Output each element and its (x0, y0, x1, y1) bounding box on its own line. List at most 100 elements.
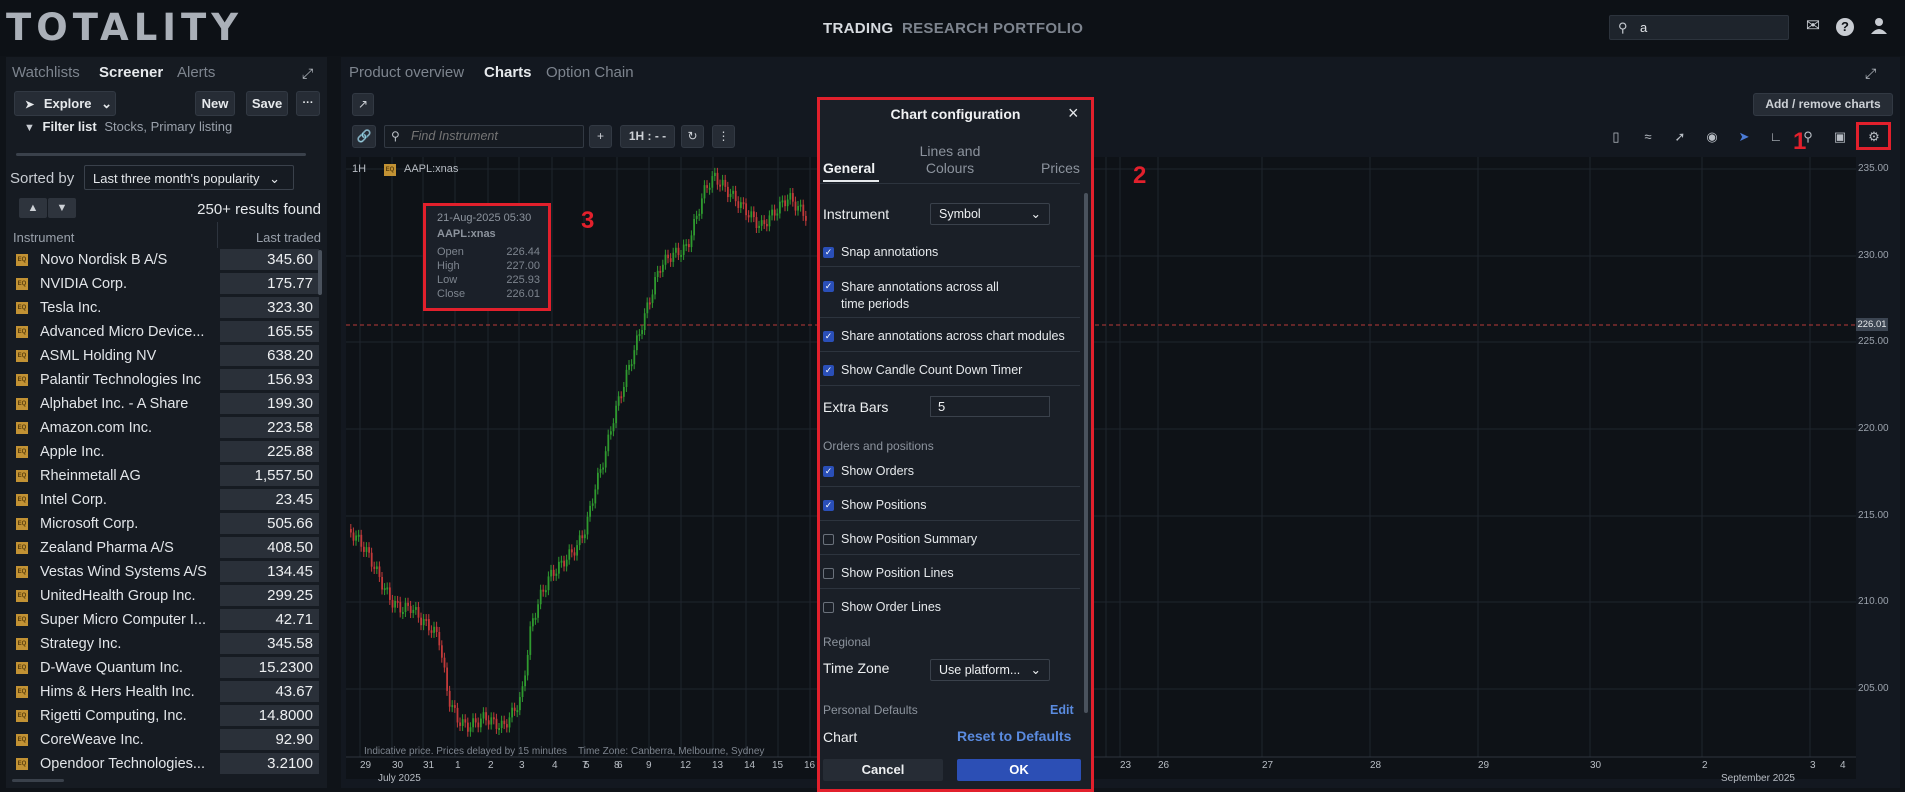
add-remove-charts-button[interactable]: Add / remove charts (1753, 93, 1893, 116)
candle (604, 451, 607, 468)
more-vertical-icon[interactable]: ⋮ (712, 125, 735, 148)
tab-charts[interactable]: Charts (484, 64, 532, 81)
candle (495, 718, 498, 729)
save-button[interactable]: Save (246, 91, 288, 116)
interval-select[interactable]: 1H : - - (620, 125, 675, 148)
candle (503, 720, 506, 725)
table-row[interactable]: EQ Intel Corp. 23.45 (8, 488, 321, 512)
sort-descending-button[interactable]: ▼ (48, 198, 76, 218)
explore-dropdown[interactable]: ➤ Explore ⌄ (14, 91, 116, 116)
candle (599, 469, 602, 473)
equity-badge: EQ (16, 614, 28, 626)
draw-line-icon[interactable]: ➚ (1667, 125, 1693, 149)
table-row[interactable]: EQ Opendoor Technologies... 3.2100 (8, 752, 321, 776)
mail-icon[interactable]: ✉ (1802, 16, 1824, 38)
candlestick-chart[interactable] (346, 157, 1856, 779)
table-row[interactable]: EQ Novo Nordisk B A/S 345.60 (8, 248, 321, 272)
candle (550, 569, 552, 577)
equity-badge: EQ (16, 374, 28, 386)
help-icon[interactable]: ? (1836, 18, 1854, 36)
candle (771, 209, 773, 216)
cursor-icon[interactable]: ➤ (1731, 125, 1757, 149)
tab-alerts[interactable]: Alerts (177, 64, 215, 81)
table-row[interactable]: EQ Advanced Micro Device... 165.55 (8, 320, 321, 344)
table-row[interactable]: EQ Strategy Inc. 345.58 (8, 632, 321, 656)
nav-research[interactable]: RESEARCH (902, 20, 989, 37)
table-row[interactable]: EQ Microsoft Corp. 505.66 (8, 512, 321, 536)
table-row[interactable]: EQ ASML Holding NV 638.20 (8, 344, 321, 368)
candle (633, 350, 636, 365)
candle (547, 576, 550, 591)
candle (664, 254, 667, 265)
candle (612, 423, 615, 432)
sorted-by-label: Sorted by (10, 170, 75, 187)
filter-list[interactable]: ▼ Filter list Stocks, Primary listing (8, 119, 310, 156)
last-traded-price: 225.88 (220, 441, 319, 462)
table-row[interactable]: EQ UnitedHealth Group Inc. 299.25 (8, 584, 321, 608)
instrument-name: NVIDIA Corp. (40, 276, 128, 292)
sort-select[interactable]: Last three month's popularity ⌄ (84, 165, 294, 190)
new-button[interactable]: New (195, 91, 235, 116)
col-instrument[interactable]: Instrument (13, 230, 74, 245)
chart-area[interactable] (346, 157, 1856, 779)
candle (724, 179, 727, 187)
table-row[interactable]: EQ Apple Inc. 225.88 (8, 440, 321, 464)
search-input[interactable] (1638, 19, 1778, 36)
eye-icon[interactable]: ◉ (1699, 125, 1725, 149)
candle (472, 718, 474, 728)
table-row[interactable]: EQ Zealand Pharma A/S 408.50 (8, 536, 321, 560)
refresh-icon[interactable]: ↻ (681, 125, 704, 148)
table-row[interactable]: EQ Rheinmetall AG 1,557.50 (8, 464, 321, 488)
tab-option-chain[interactable]: Option Chain (546, 64, 634, 81)
tab-screener[interactable]: Screener (99, 64, 163, 81)
axis-icon[interactable]: ∟ (1763, 125, 1789, 149)
user-icon[interactable] (1868, 16, 1890, 38)
find-instrument-input[interactable] (409, 128, 579, 144)
instrument-name: UnitedHealth Group Inc. (40, 588, 196, 604)
indicators-icon[interactable]: ≈ (1635, 125, 1661, 149)
col-last-traded[interactable]: Last traded (256, 230, 321, 245)
last-traded-price: 638.20 (220, 345, 319, 366)
table-row[interactable]: EQ Hims & Hers Health Inc. 43.67 (8, 680, 321, 704)
annotation-number: 2 (1133, 162, 1147, 189)
nav-portfolio[interactable]: PORTFOLIO (993, 20, 1083, 37)
add-instrument-button[interactable]: + (589, 125, 612, 148)
nav-trading[interactable]: TRADING (823, 20, 893, 37)
table-row[interactable]: EQ NVIDIA Corp. 175.77 (8, 272, 321, 296)
expand-icon[interactable]: ⤢ (302, 65, 313, 82)
popout-icon[interactable]: ↗ (352, 93, 374, 116)
table-row[interactable]: EQ Amazon.com Inc. 223.58 (8, 416, 321, 440)
table-row[interactable]: EQ CoreWeave Inc. 92.90 (8, 728, 321, 752)
table-row[interactable]: EQ Tesla Inc. 323.30 (8, 296, 321, 320)
table-row[interactable]: EQ Super Micro Computer I... 42.71 (8, 608, 321, 632)
candle (586, 516, 589, 535)
x-tick-label: 30 (1590, 760, 1602, 771)
link-icon[interactable]: 🔗 (352, 125, 376, 148)
candle (708, 187, 711, 190)
expand-icon[interactable]: ⤢ (1865, 65, 1876, 82)
candle (732, 190, 734, 194)
tab-watchlists[interactable]: Watchlists (12, 64, 80, 81)
table-row[interactable]: EQ Rigetti Computing, Inc. 14.8000 (8, 704, 321, 728)
more-button[interactable]: ··· (296, 91, 320, 116)
list-h-scrollbar[interactable] (12, 779, 64, 782)
candle (802, 204, 805, 216)
camera-icon[interactable]: ▣ (1827, 125, 1853, 149)
instrument-name: Alphabet Inc. - A Share (40, 396, 189, 412)
top-bar: TOTALITY TRADING RESEARCH PORTFOLIO ⚲ ✉ … (0, 0, 1905, 56)
last-traded-price: 505.66 (220, 513, 319, 534)
candles-icon[interactable]: ▯ (1603, 125, 1629, 149)
candle (420, 617, 422, 626)
candle (534, 617, 537, 620)
sort-ascending-button[interactable]: ▲ (19, 198, 47, 218)
table-row[interactable]: EQ D-Wave Quantum Inc. 15.2300 (8, 656, 321, 680)
table-row[interactable]: EQ Vestas Wind Systems A/S 134.45 (8, 560, 321, 584)
chevron-down-icon: ⌄ (101, 96, 113, 111)
global-search[interactable]: ⚲ (1609, 15, 1789, 40)
table-row[interactable]: EQ Alphabet Inc. - A Share 199.30 (8, 392, 321, 416)
filter-scrollbar[interactable] (16, 153, 306, 156)
table-row[interactable]: EQ Palantir Technologies Inc 156.93 (8, 368, 321, 392)
find-instrument-field[interactable]: ⚲ (384, 125, 584, 148)
tab-product-overview[interactable]: Product overview (349, 64, 464, 81)
list-scrollbar[interactable] (318, 250, 322, 295)
